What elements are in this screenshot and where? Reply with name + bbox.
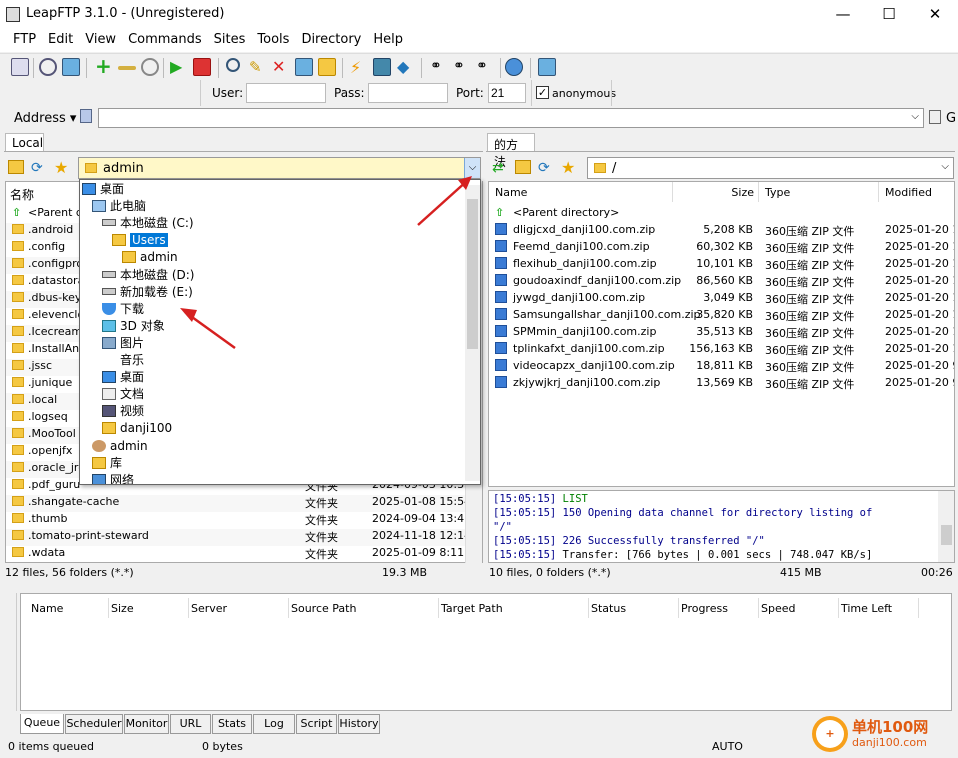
queue-col[interactable]: Target Path [439,598,589,618]
remote-file-row[interactable]: Feemd_danji100.com.zip 60,302 KB 360压缩 Z… [489,240,954,257]
tab-history[interactable]: History [338,714,380,734]
remote-file-list: Name Size Type Modified ⇧ <Parent direct… [488,181,955,487]
remote-dropdown-arrow-icon[interactable]: ⌵ [941,161,949,172]
col-remote-type[interactable]: Type [763,182,879,202]
log-line: [15:05:15] Transfer: [766 bytes | 0.001 … [493,549,873,561]
queue-list: Name Size Server Source Path Target Path Stat… [20,593,952,711]
remote-favorites-star-icon[interactable]: ★ [561,158,575,177]
log-area: [15:05:15] LIST [15:05:15] 150 Opening da… [488,490,955,563]
zip-icon [495,325,507,338]
remote-size: 415 MB [780,566,822,579]
queue-col[interactable]: Name [29,598,109,618]
queue-col[interactable]: Progress [679,598,759,618]
zip-icon [495,257,507,270]
zip-icon [495,359,507,372]
remote-path-text: / [612,161,617,176]
queue-col[interactable]: Source Path [289,598,439,618]
remote-path-combo[interactable]: / ⌵ [587,157,954,179]
watermark-logo: + 单机100网 danji100.com [808,712,958,756]
col-remote-name[interactable]: Name [495,182,673,202]
zip-icon [495,308,507,321]
remote-status: 10 files, 0 folders (*.*) [489,566,611,579]
zip-icon [495,376,507,389]
local-size: 19.3 MB [382,566,428,579]
col-remote-size[interactable]: Size [673,182,759,202]
tab-monitor[interactable]: Monitor [124,714,169,734]
remote-file-row[interactable]: ⇧ <Parent directory> [489,206,954,223]
queue-col[interactable]: Time Left [839,598,919,618]
queue-col[interactable]: Server [189,598,289,618]
tab-stats[interactable]: Stats [212,714,252,734]
zip-icon [495,291,507,304]
queue-col[interactable]: Size [109,598,189,618]
log-line: "/" [493,521,512,533]
remote-file-row[interactable]: dligjcxd_danji100.com.zip 5,208 KB 360压缩… [489,223,954,240]
plus-icon: + [816,720,844,748]
queue-bytes: 0 bytes [202,740,243,753]
remote-up-folder-icon[interactable] [515,160,531,174]
log-line: [15:05:15] 226 Successfully transferred … [493,535,765,547]
remote-time: 00:26 [921,566,953,579]
remote-file-row[interactable]: flexihub_danji100.com.zip 10,101 KB 360压… [489,257,954,274]
remote-file-row[interactable]: goudoaxindf_danji100.com.zip 86,560 KB 3… [489,274,954,291]
queue-gutter [5,593,17,711]
remote-refresh-icon[interactable]: ⟳ [538,160,550,176]
remote-file-row[interactable]: Samsungallshar_danji100.com.zip 35,820 K… [489,308,954,325]
tab-script[interactable]: Script [296,714,337,734]
up-arrow-icon: ⇧ [495,206,505,219]
remote-file-row[interactable]: videocapzx_danji100.com.zip 18,811 KB 36… [489,359,954,376]
log-line: [15:05:15] 150 Opening data channel for … [493,507,873,519]
tab-queue[interactable]: Queue [20,714,64,734]
tab-url[interactable]: URL [170,714,211,734]
connect-icon[interactable]: ⇄ [492,160,508,176]
zip-icon [495,240,507,253]
log-scrollbar[interactable] [938,491,954,562]
local-status: 12 files, 56 folders (*.*) [5,566,134,579]
remote-file-row[interactable]: zkjywjkrj_danji100.com.zip 13,569 KB 360… [489,376,954,393]
remote-file-row[interactable]: SPMmin_danji100.com.zip 35,513 KB 360压缩 … [489,325,954,342]
queue-items: 0 items queued [8,740,95,753]
queue-col[interactable]: Speed [759,598,839,618]
zip-icon [495,342,507,355]
remote-file-row[interactable]: tplinkafxt_danji100.com.zip 156,163 KB 3… [489,342,954,359]
col-remote-modified[interactable]: Modified [883,182,954,202]
log-line: [15:05:15] LIST [493,493,588,505]
remote-file-row[interactable]: jywgd_danji100.com.zip 3,049 KB 360压缩 ZI… [489,291,954,308]
zip-icon [495,223,507,236]
transfer-mode: AUTO [712,740,743,753]
tab-log[interactable]: Log [253,714,295,734]
tab-scheduler[interactable]: Scheduler [65,714,123,734]
zip-icon [495,274,507,287]
queue-col[interactable]: Status [589,598,679,618]
